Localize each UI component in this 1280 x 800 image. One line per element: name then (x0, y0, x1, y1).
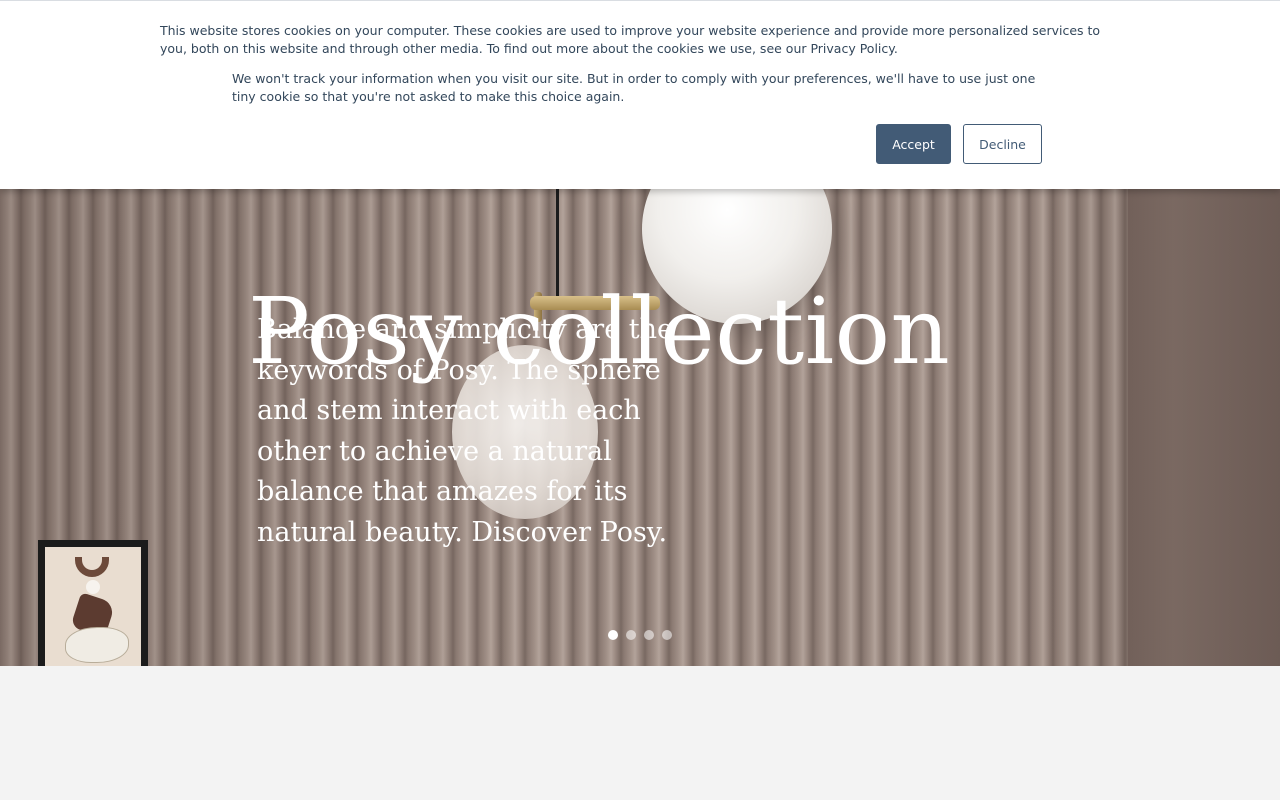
accept-button[interactable]: Accept (876, 124, 951, 164)
slide-dot-3[interactable] (644, 630, 654, 640)
decline-button[interactable]: Decline (963, 124, 1042, 164)
cookie-decline-notice: We won't track your information when you… (232, 71, 1036, 104)
framed-artwork (38, 540, 148, 666)
slide-dot-1[interactable] (608, 630, 618, 640)
hero-title: Posy collection (248, 278, 951, 385)
cookie-banner: This website stores cookies on your comp… (0, 0, 1280, 189)
slide-dot-2[interactable] (626, 630, 636, 640)
cookie-message: This website stores cookies on your comp… (160, 23, 1101, 56)
slide-dot-4[interactable] (662, 630, 672, 640)
slider-pagination (608, 630, 672, 640)
